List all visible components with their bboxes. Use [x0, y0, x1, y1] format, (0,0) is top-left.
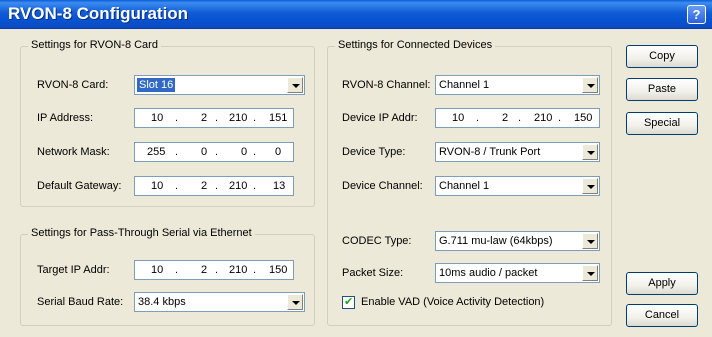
network-mask-input[interactable]: 255 . 0 . 0 . 0 — [134, 142, 294, 162]
ip-octet-3: 210 — [229, 112, 248, 124]
tgt-octet-2: 2 — [201, 264, 208, 276]
chevron-down-icon[interactable] — [582, 178, 598, 194]
ip-dot: . — [518, 112, 522, 124]
mask-octet-1: 255 — [147, 146, 166, 158]
device-ip-label: Device IP Addr: — [342, 112, 418, 124]
device-channel-select[interactable]: Channel 1 — [435, 176, 600, 196]
codec-type-value: G.711 mu-law (64kbps) — [439, 235, 553, 247]
codec-type-select[interactable]: G.711 mu-law (64kbps) — [435, 231, 600, 251]
ip-dot: . — [215, 146, 219, 158]
chevron-down-icon[interactable] — [582, 265, 598, 281]
ip-octet-2: 2 — [201, 112, 208, 124]
copy-button[interactable]: Copy — [626, 45, 698, 68]
ip-dot: . — [253, 264, 257, 276]
packet-size-value: 10ms audio / packet — [439, 267, 538, 279]
chevron-down-icon[interactable] — [582, 77, 598, 93]
cancel-button[interactable]: Cancel — [626, 304, 698, 327]
special-button[interactable]: Special — [626, 112, 698, 135]
serial-baud-label: Serial Baud Rate: — [37, 296, 124, 308]
rvon-card-select[interactable]: Slot 16 — [134, 75, 305, 95]
enable-vad-label: Enable VAD (Voice Activity Detection) — [361, 296, 545, 308]
target-ip-label: Target IP Addr: — [37, 264, 110, 276]
ip-dot: . — [476, 112, 480, 124]
rvon-card-label: RVON-8 Card: — [37, 79, 109, 91]
mask-octet-2: 0 — [201, 146, 208, 158]
dev-octet-2: 2 — [502, 112, 509, 124]
packet-size-label: Packet Size: — [342, 267, 404, 279]
dev-octet-3: 210 — [534, 112, 553, 124]
mask-octet-4: 0 — [275, 146, 282, 158]
ip-address-input[interactable]: 10 . 2 . 210 . 151 — [134, 108, 294, 128]
ip-dot: . — [253, 112, 257, 124]
rvon-card-value: Slot 16 — [137, 78, 176, 92]
apply-button[interactable]: Apply — [626, 272, 698, 295]
target-ip-input[interactable]: 10 . 2 . 210 . 150 — [134, 260, 294, 280]
ip-octet-4: 151 — [269, 112, 288, 124]
ip-dot: . — [253, 146, 257, 158]
gw-octet-1: 10 — [151, 180, 164, 192]
title-bar[interactable]: RVON-8 Configuration ? — [0, 0, 712, 29]
network-mask-label: Network Mask: — [37, 146, 110, 158]
codec-type-label: CODEC Type: — [342, 235, 412, 247]
default-gateway-label: Default Gateway: — [37, 180, 122, 192]
gw-octet-2: 2 — [201, 180, 208, 192]
default-gateway-input[interactable]: 10 . 2 . 210 . 13 — [134, 176, 294, 196]
ip-dot: . — [175, 112, 179, 124]
serial-settings-title: Settings for Pass-Through Serial via Eth… — [28, 227, 255, 239]
ip-dot: . — [175, 264, 179, 276]
chevron-down-icon[interactable] — [287, 77, 303, 93]
gw-octet-3: 210 — [229, 180, 248, 192]
chevron-down-icon[interactable] — [582, 144, 598, 160]
dialog-window: RVON-8 Configuration ? Settings for RVON… — [0, 0, 712, 337]
ip-dot: . — [558, 112, 562, 124]
rvon-channel-select[interactable]: Channel 1 — [435, 75, 600, 95]
chevron-down-icon[interactable] — [287, 294, 303, 310]
ip-dot: . — [215, 264, 219, 276]
tgt-octet-4: 150 — [269, 264, 288, 276]
ip-address-label: IP Address: — [37, 112, 94, 124]
ip-octet-1: 10 — [151, 112, 164, 124]
device-type-label: Device Type: — [342, 146, 406, 158]
help-button[interactable]: ? — [687, 5, 706, 24]
serial-settings-group: Settings for Pass-Through Serial via Eth… — [20, 227, 315, 326]
device-channel-value: Channel 1 — [439, 180, 490, 192]
ip-dot: . — [175, 180, 179, 192]
tgt-octet-1: 10 — [151, 264, 164, 276]
rvon-channel-label: RVON-8 Channel: — [342, 79, 431, 91]
packet-size-select[interactable]: 10ms audio / packet — [435, 263, 600, 283]
serial-baud-value: 38.4 kbps — [138, 296, 186, 308]
dev-octet-1: 10 — [452, 112, 465, 124]
tgt-octet-3: 210 — [229, 264, 248, 276]
ip-dot: . — [175, 146, 179, 158]
mask-octet-3: 0 — [241, 146, 248, 158]
chevron-down-icon[interactable] — [582, 233, 598, 249]
dev-octet-4: 150 — [574, 112, 593, 124]
device-type-value: RVON-8 / Trunk Port — [439, 146, 541, 158]
device-ip-input[interactable]: 10 . 2 . 210 . 150 — [435, 108, 600, 128]
gw-octet-4: 13 — [273, 180, 286, 192]
ip-dot: . — [215, 112, 219, 124]
device-type-select[interactable]: RVON-8 / Trunk Port — [435, 142, 600, 162]
paste-button[interactable]: Paste — [626, 78, 698, 101]
card-settings-title: Settings for RVON-8 Card — [28, 39, 161, 51]
serial-baud-select[interactable]: 38.4 kbps — [134, 292, 305, 312]
ip-dot: . — [253, 180, 257, 192]
devices-settings-title: Settings for Connected Devices — [335, 39, 496, 51]
window-title: RVON-8 Configuration — [8, 4, 189, 23]
ip-dot: . — [215, 180, 219, 192]
rvon-channel-value: Channel 1 — [439, 79, 490, 91]
enable-vad-checkbox[interactable] — [342, 295, 355, 309]
device-channel-label: Device Channel: — [342, 180, 423, 192]
